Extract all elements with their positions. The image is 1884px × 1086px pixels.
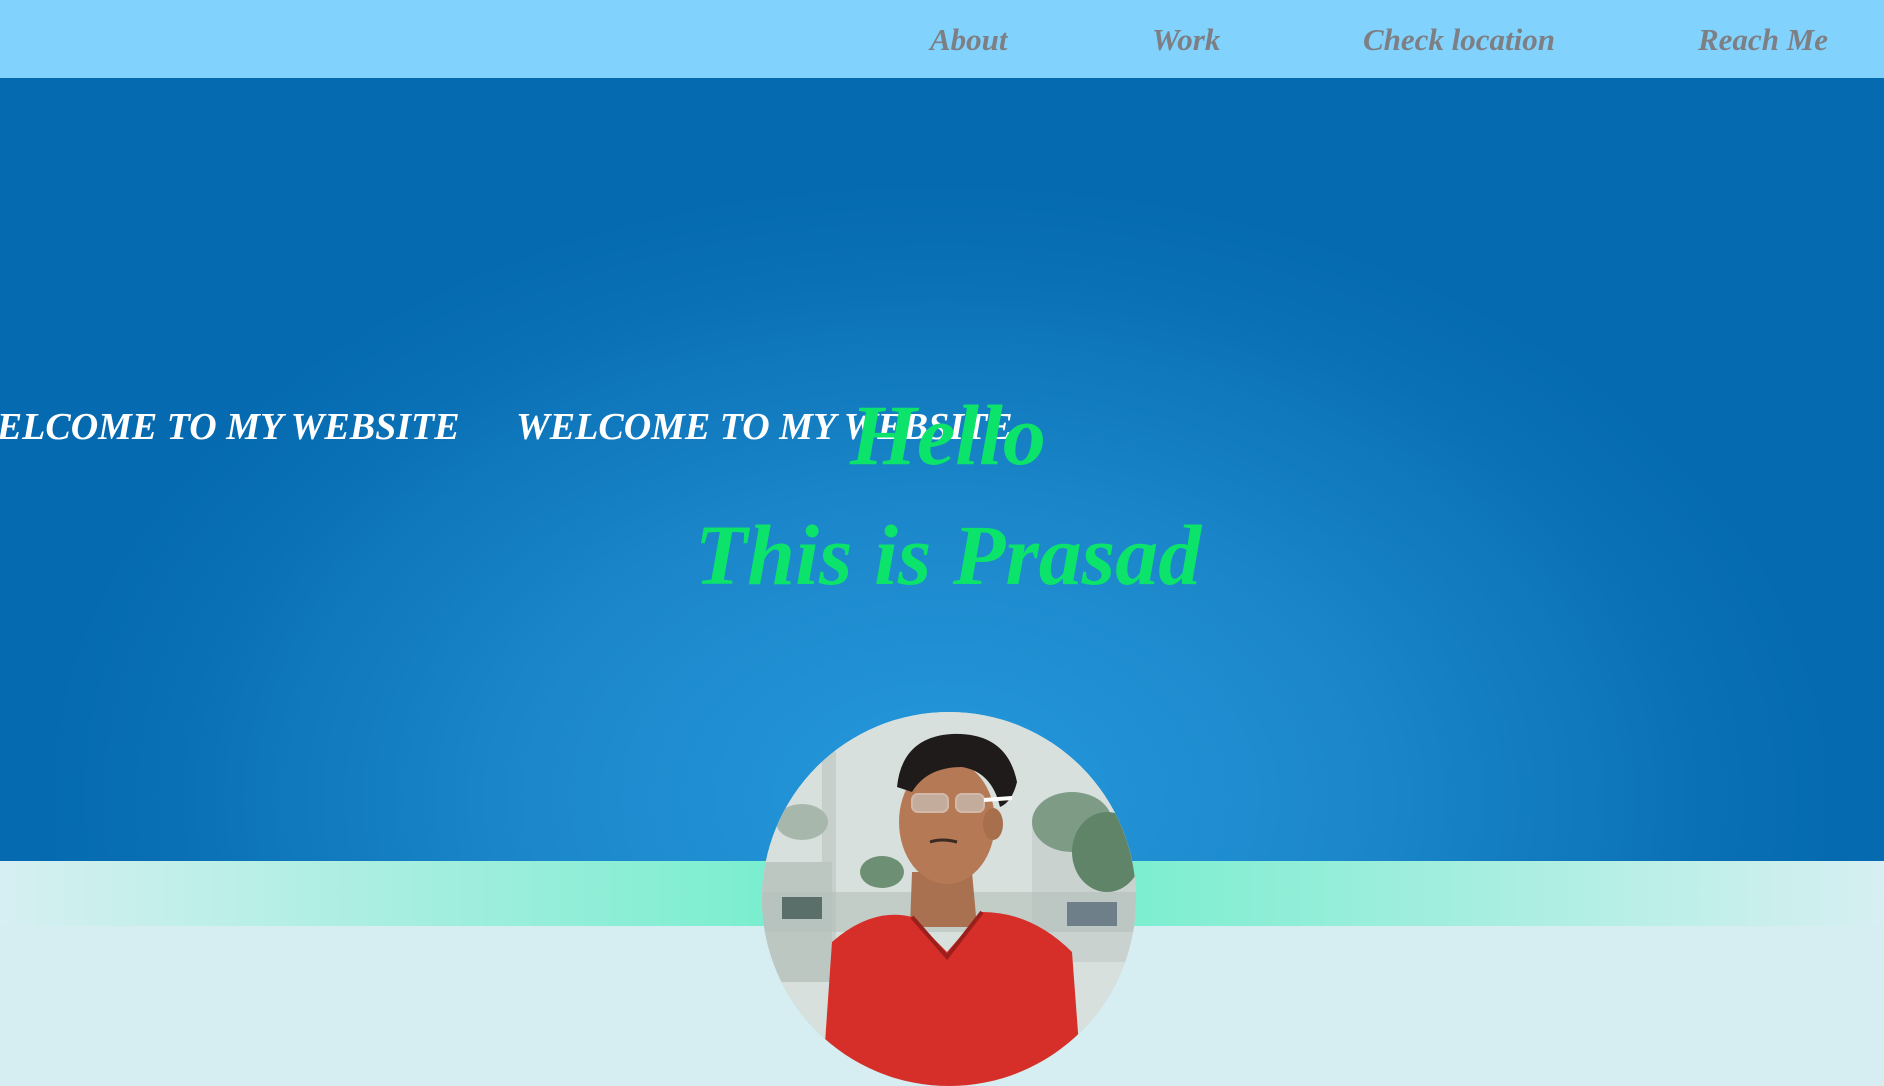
navbar: About Work Check location Reach Me bbox=[0, 0, 1884, 78]
nav-link-about[interactable]: About bbox=[930, 20, 1008, 60]
greeting-heading: Hello bbox=[850, 387, 1046, 483]
profile-avatar bbox=[762, 712, 1136, 1086]
nav-link-check-location[interactable]: Check location bbox=[1363, 20, 1555, 60]
nav-link-reach-me[interactable]: Reach Me bbox=[1698, 20, 1828, 60]
intro-heading: This is Prasad bbox=[694, 507, 1202, 603]
nav-link-work[interactable]: Work bbox=[1152, 20, 1220, 60]
